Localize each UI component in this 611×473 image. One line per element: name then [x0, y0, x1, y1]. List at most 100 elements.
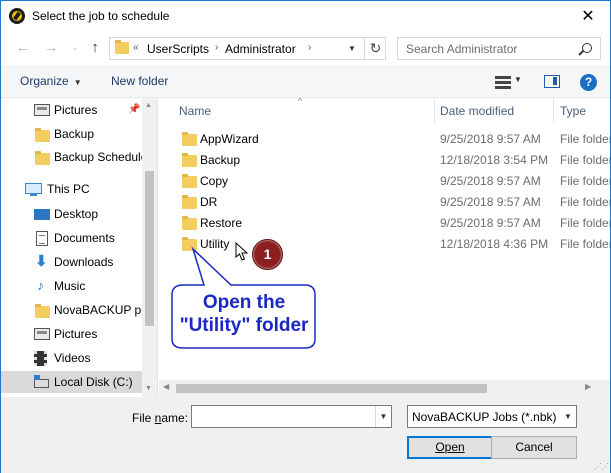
- up-arrow-icon[interactable]: ↑: [85, 39, 105, 57]
- file-name-label: File name:: [132, 411, 189, 425]
- recent-locations-chevron-icon[interactable]: ⌄: [69, 40, 81, 56]
- nav-item-pictures[interactable]: Pictures: [1, 323, 142, 345]
- pin-icon[interactable]: 📌: [128, 104, 140, 115]
- nav-item-music[interactable]: ♪ Music: [1, 275, 142, 297]
- horizontal-scrollbar[interactable]: ◀ ▶: [159, 380, 610, 397]
- file-date: 12/18/2018 4:36 PM: [440, 237, 549, 251]
- file-date: 9/25/2018 9:57 AM: [440, 216, 541, 230]
- scrollbar-thumb[interactable]: [145, 171, 154, 326]
- search-box[interactable]: Search Administrator: [397, 37, 601, 60]
- scroll-left-arrow-icon[interactable]: ◀: [163, 382, 169, 391]
- dialog-footer: File name: ▼ NovaBACKUP Jobs (*.nbk) ▼ O…: [1, 397, 610, 473]
- nav-item-backup-schedule[interactable]: Backup Schedule 2: [1, 146, 157, 168]
- scroll-down-arrow-icon[interactable]: ▼: [145, 385, 152, 392]
- pictures-icon: [34, 104, 50, 116]
- scroll-right-arrow-icon[interactable]: ▶: [585, 382, 591, 391]
- nav-item-label: NovaBACKUP pics: [54, 303, 156, 317]
- nav-item-label: Pictures: [54, 103, 98, 117]
- nav-item-documents[interactable]: Documents: [1, 227, 142, 249]
- breadcrumb-separator[interactable]: ›: [215, 42, 218, 53]
- column-divider[interactable]: [553, 98, 554, 124]
- resize-grip-icon[interactable]: ⋰⋰: [594, 462, 609, 471]
- refresh-icon[interactable]: ↻: [364, 38, 386, 59]
- file-name-combobox[interactable]: ▼: [191, 405, 392, 428]
- this-pc-icon: [25, 183, 42, 196]
- file-list: ^ Name Date modified Type AppWizard 9/25…: [159, 98, 610, 397]
- search-input[interactable]: Search Administrator: [406, 42, 517, 56]
- column-header-date-modified[interactable]: Date modified: [440, 104, 514, 118]
- cancel-button[interactable]: Cancel: [491, 436, 577, 459]
- file-row-dr[interactable]: DR 9/25/2018 9:57 AM File folder: [159, 192, 610, 213]
- documents-icon: [36, 231, 48, 246]
- desktop-icon: [34, 209, 50, 220]
- chevron-down-icon: ▼: [73, 78, 82, 87]
- nav-item-backup[interactable]: Backup: [1, 123, 142, 145]
- chevron-down-icon[interactable]: ▼: [514, 75, 522, 84]
- file-row-utility[interactable]: Utility 12/18/2018 4:36 PM File folder: [159, 234, 610, 255]
- organize-button[interactable]: Organize ▼: [20, 74, 82, 88]
- nav-item-downloads[interactable]: ⬇ Downloads: [1, 251, 142, 273]
- file-row-appwizard[interactable]: AppWizard 9/25/2018 9:57 AM File folder: [159, 129, 610, 150]
- file-name: DR: [200, 195, 218, 209]
- nav-item-local-disk[interactable]: Local Disk (C:): [1, 371, 142, 393]
- videos-icon: [34, 351, 47, 366]
- sort-ascending-icon: ^: [298, 98, 303, 106]
- breadcrumb-overflow[interactable]: «: [133, 42, 139, 53]
- local-disk-icon: [34, 375, 49, 388]
- folder-icon: [182, 216, 197, 230]
- nav-item-label: Music: [54, 279, 86, 293]
- nav-item-label: Backup: [54, 127, 95, 141]
- scroll-up-arrow-icon[interactable]: ▲: [145, 102, 152, 109]
- view-options-icon[interactable]: [495, 76, 511, 89]
- forward-arrow-icon[interactable]: →: [41, 39, 61, 57]
- column-header-name[interactable]: Name: [179, 104, 211, 118]
- callout-line-1: Open the: [202, 292, 286, 313]
- nav-item-desktop[interactable]: Desktop: [1, 203, 142, 225]
- file-row-copy[interactable]: Copy 9/25/2018 9:57 AM File folder: [159, 171, 610, 192]
- close-button[interactable]: ✕: [574, 6, 602, 28]
- organize-label: Organize: [20, 74, 69, 88]
- folder-icon: [35, 151, 50, 165]
- nav-item-novabackup-pics[interactable]: NovaBACKUP pics: [1, 299, 156, 321]
- chevron-down-icon[interactable]: ▼: [375, 406, 391, 427]
- file-type: File folder: [560, 174, 610, 188]
- column-header-type[interactable]: Type: [560, 104, 586, 118]
- nav-item-label: Desktop: [54, 207, 99, 221]
- file-type: File folder: [560, 132, 610, 146]
- scrollbar-thumb[interactable]: [176, 384, 487, 393]
- file-open-dialog: Select the job to schedule ✕ ← → ⌄ ↑ « U…: [0, 0, 611, 473]
- breadcrumb-separator[interactable]: ›: [308, 42, 311, 53]
- file-date: 12/18/2018 3:54 PM: [440, 153, 549, 167]
- help-icon[interactable]: ?: [580, 74, 597, 91]
- chevron-down-icon[interactable]: ▼: [560, 406, 576, 427]
- new-folder-button[interactable]: New folder: [111, 74, 168, 88]
- file-date: 9/25/2018 9:57 AM: [440, 132, 541, 146]
- breadcrumb-userscripts[interactable]: UserScripts: [147, 42, 209, 56]
- nav-pane-scrollbar[interactable]: ▲ ▼: [142, 98, 157, 397]
- nav-item-videos[interactable]: Videos: [1, 347, 142, 369]
- command-toolbar: Organize ▼ New folder ▼ ?: [1, 65, 610, 98]
- scrollbar-corner: [597, 380, 610, 397]
- folder-icon: [35, 128, 50, 142]
- nav-item-label: Videos: [54, 351, 91, 365]
- breadcrumb-administrator[interactable]: Administrator: [225, 42, 296, 56]
- search-icon[interactable]: [582, 43, 592, 53]
- column-divider[interactable]: [434, 98, 435, 124]
- window-title: Select the job to schedule: [32, 9, 170, 23]
- open-button[interactable]: Open: [407, 436, 493, 459]
- file-type-select[interactable]: NovaBACKUP Jobs (*.nbk) ▼: [407, 405, 577, 428]
- address-bar[interactable]: « UserScripts › Administrator › ▼ ↻: [109, 37, 386, 60]
- step-marker: 1: [252, 239, 283, 270]
- file-row-backup[interactable]: Backup 12/18/2018 3:54 PM File folder: [159, 150, 610, 171]
- file-type: File folder: [560, 195, 610, 209]
- preview-pane-icon[interactable]: [544, 75, 560, 88]
- music-icon: ♪: [37, 277, 44, 293]
- file-row-restore[interactable]: Restore 9/25/2018 9:57 AM File folder: [159, 213, 610, 234]
- folder-icon: [182, 132, 197, 146]
- pictures-icon: [34, 328, 50, 340]
- back-arrow-icon[interactable]: ←: [13, 39, 33, 57]
- nav-item-this-pc[interactable]: This PC: [1, 178, 142, 200]
- nav-item-pictures-quick[interactable]: Pictures 📌: [1, 99, 142, 121]
- file-type: File folder: [560, 237, 610, 251]
- address-dropdown-chevron-icon[interactable]: ▼: [342, 38, 362, 59]
